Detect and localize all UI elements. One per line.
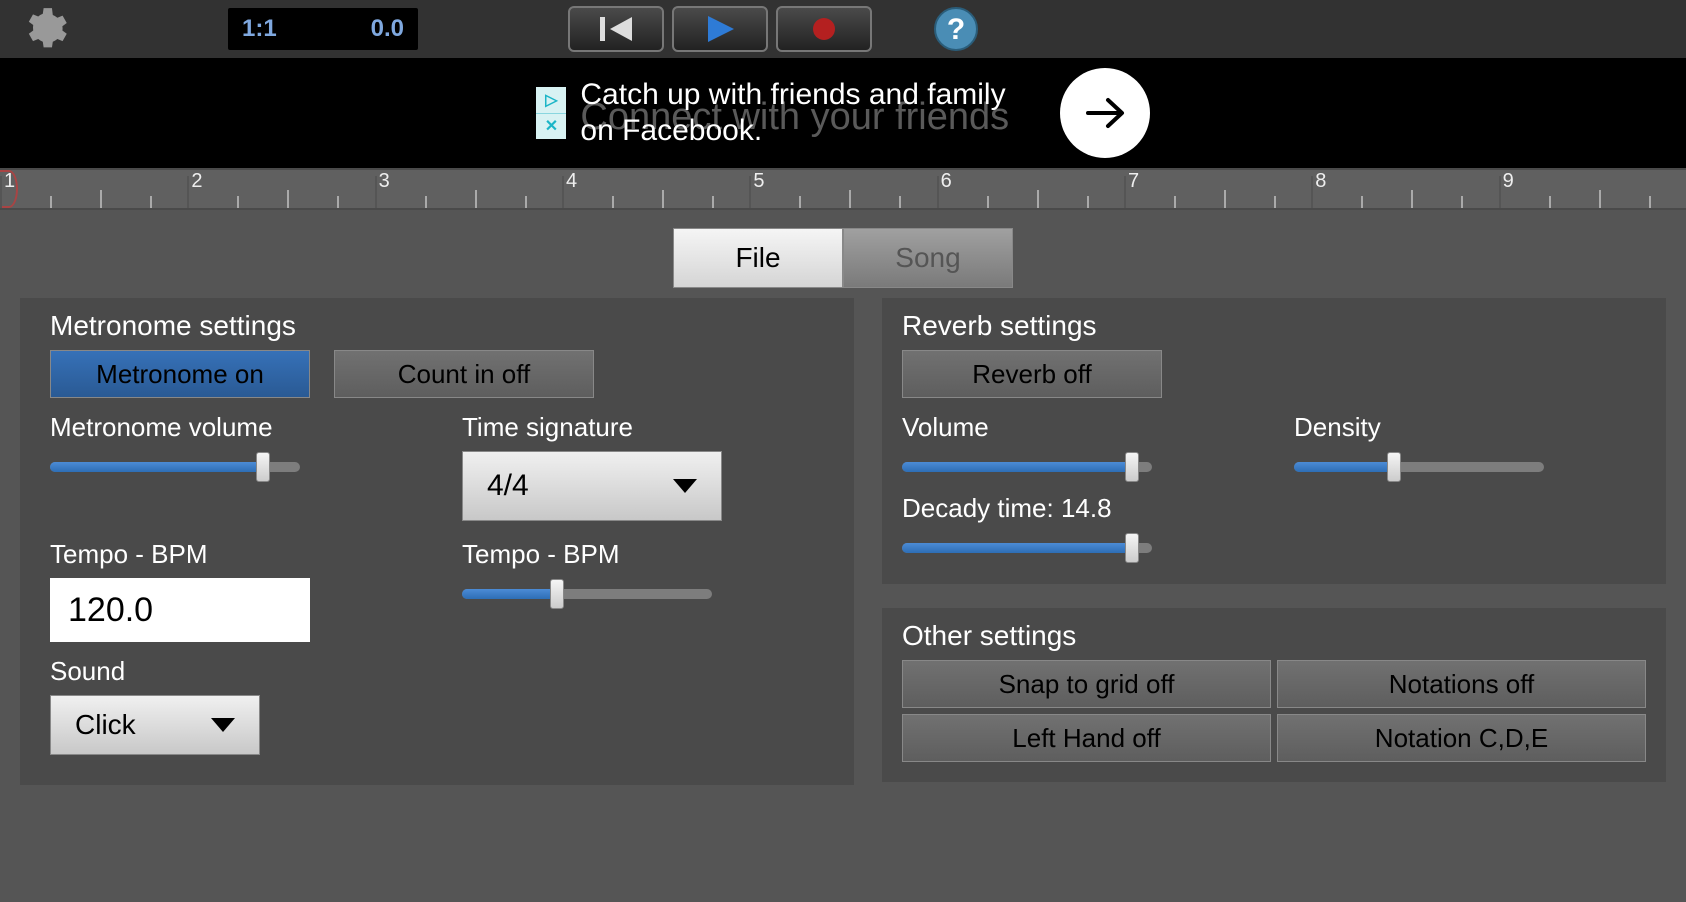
notations-button[interactable]: Notations off	[1277, 660, 1646, 708]
ruler-mark: 7	[1124, 170, 1311, 208]
main-area: File Song Metronome settings Metronome o…	[0, 228, 1686, 795]
ad-banner[interactable]: ▷✕ Connect with your friends Catch up wi…	[0, 58, 1686, 168]
ruler-mark: 9	[1499, 170, 1686, 208]
ad-text: Connect with your friends Catch up with …	[580, 77, 1005, 149]
settings-gear-icon[interactable]	[18, 4, 68, 54]
reverb-off-button[interactable]: Reverb off	[902, 350, 1162, 398]
metronome-volume-slider[interactable]	[50, 451, 300, 483]
ad-arrow-icon[interactable]	[1060, 68, 1150, 158]
tempo-bpm-input[interactable]	[50, 578, 310, 642]
tabs-row: File Song	[0, 228, 1686, 288]
timeline-ruler[interactable]: 123456789	[0, 168, 1686, 210]
metronome-title: Metronome settings	[50, 310, 834, 342]
tempo-slider[interactable]	[462, 578, 712, 610]
ruler-mark: 2	[187, 170, 374, 208]
sound-dropdown[interactable]: Click	[50, 695, 260, 755]
chevron-down-icon	[211, 718, 235, 732]
reverb-panel: Reverb settings Reverb off Volume	[882, 298, 1666, 584]
toolbar: 1:1 0.0 ?	[0, 0, 1686, 58]
record-button[interactable]	[776, 6, 872, 52]
tab-song[interactable]: Song	[843, 228, 1013, 288]
time-value: 0.0	[371, 15, 404, 43]
ad-line2: on Facebook.	[580, 113, 1005, 149]
decay-time-label: Decady time: 14.8	[902, 493, 1646, 524]
ruler-mark: 4	[562, 170, 749, 208]
ruler-mark: 3	[375, 170, 562, 208]
metronome-on-button[interactable]: Metronome on	[50, 350, 310, 398]
time-signature-label: Time signature	[462, 412, 834, 443]
ad-line1: Catch up with friends and family	[580, 77, 1005, 113]
chevron-down-icon	[673, 479, 697, 493]
metronome-panel: Metronome settings Metronome on Count in…	[20, 298, 854, 785]
play-button[interactable]	[672, 6, 768, 52]
tab-file[interactable]: File	[673, 228, 843, 288]
transport-controls	[568, 6, 872, 52]
other-title: Other settings	[902, 620, 1646, 652]
ad-info-icon[interactable]: ▷✕	[536, 87, 566, 139]
position-value: 1:1	[242, 15, 277, 43]
reverb-title: Reverb settings	[902, 310, 1646, 342]
time-signature-value: 4/4	[487, 469, 529, 503]
notation-cde-button[interactable]: Notation C,D,E	[1277, 714, 1646, 762]
ruler-mark: 8	[1311, 170, 1498, 208]
reverb-density-label: Density	[1294, 412, 1646, 443]
reverb-density-slider[interactable]	[1294, 451, 1544, 483]
rewind-button[interactable]	[568, 6, 664, 52]
metronome-volume-label: Metronome volume	[50, 412, 422, 443]
time-display: 1:1 0.0	[228, 8, 418, 50]
reverb-volume-label: Volume	[902, 412, 1254, 443]
ruler-mark: 5	[749, 170, 936, 208]
ruler-mark: 6	[937, 170, 1124, 208]
left-hand-button[interactable]: Left Hand off	[902, 714, 1271, 762]
count-in-button[interactable]: Count in off	[334, 350, 594, 398]
sound-label: Sound	[50, 656, 834, 687]
other-settings-panel: Other settings Snap to grid off Notation…	[882, 608, 1666, 782]
svg-text:?: ?	[947, 13, 965, 46]
tempo-slider-label: Tempo - BPM	[462, 539, 834, 570]
decay-time-slider[interactable]	[902, 532, 1152, 564]
help-icon[interactable]: ?	[932, 5, 980, 53]
tempo-bpm-label: Tempo - BPM	[50, 539, 422, 570]
ruler-mark: 1	[0, 170, 187, 208]
time-signature-dropdown[interactable]: 4/4	[462, 451, 722, 521]
snap-to-grid-button[interactable]: Snap to grid off	[902, 660, 1271, 708]
sound-value: Click	[75, 709, 136, 741]
reverb-volume-slider[interactable]	[902, 451, 1152, 483]
